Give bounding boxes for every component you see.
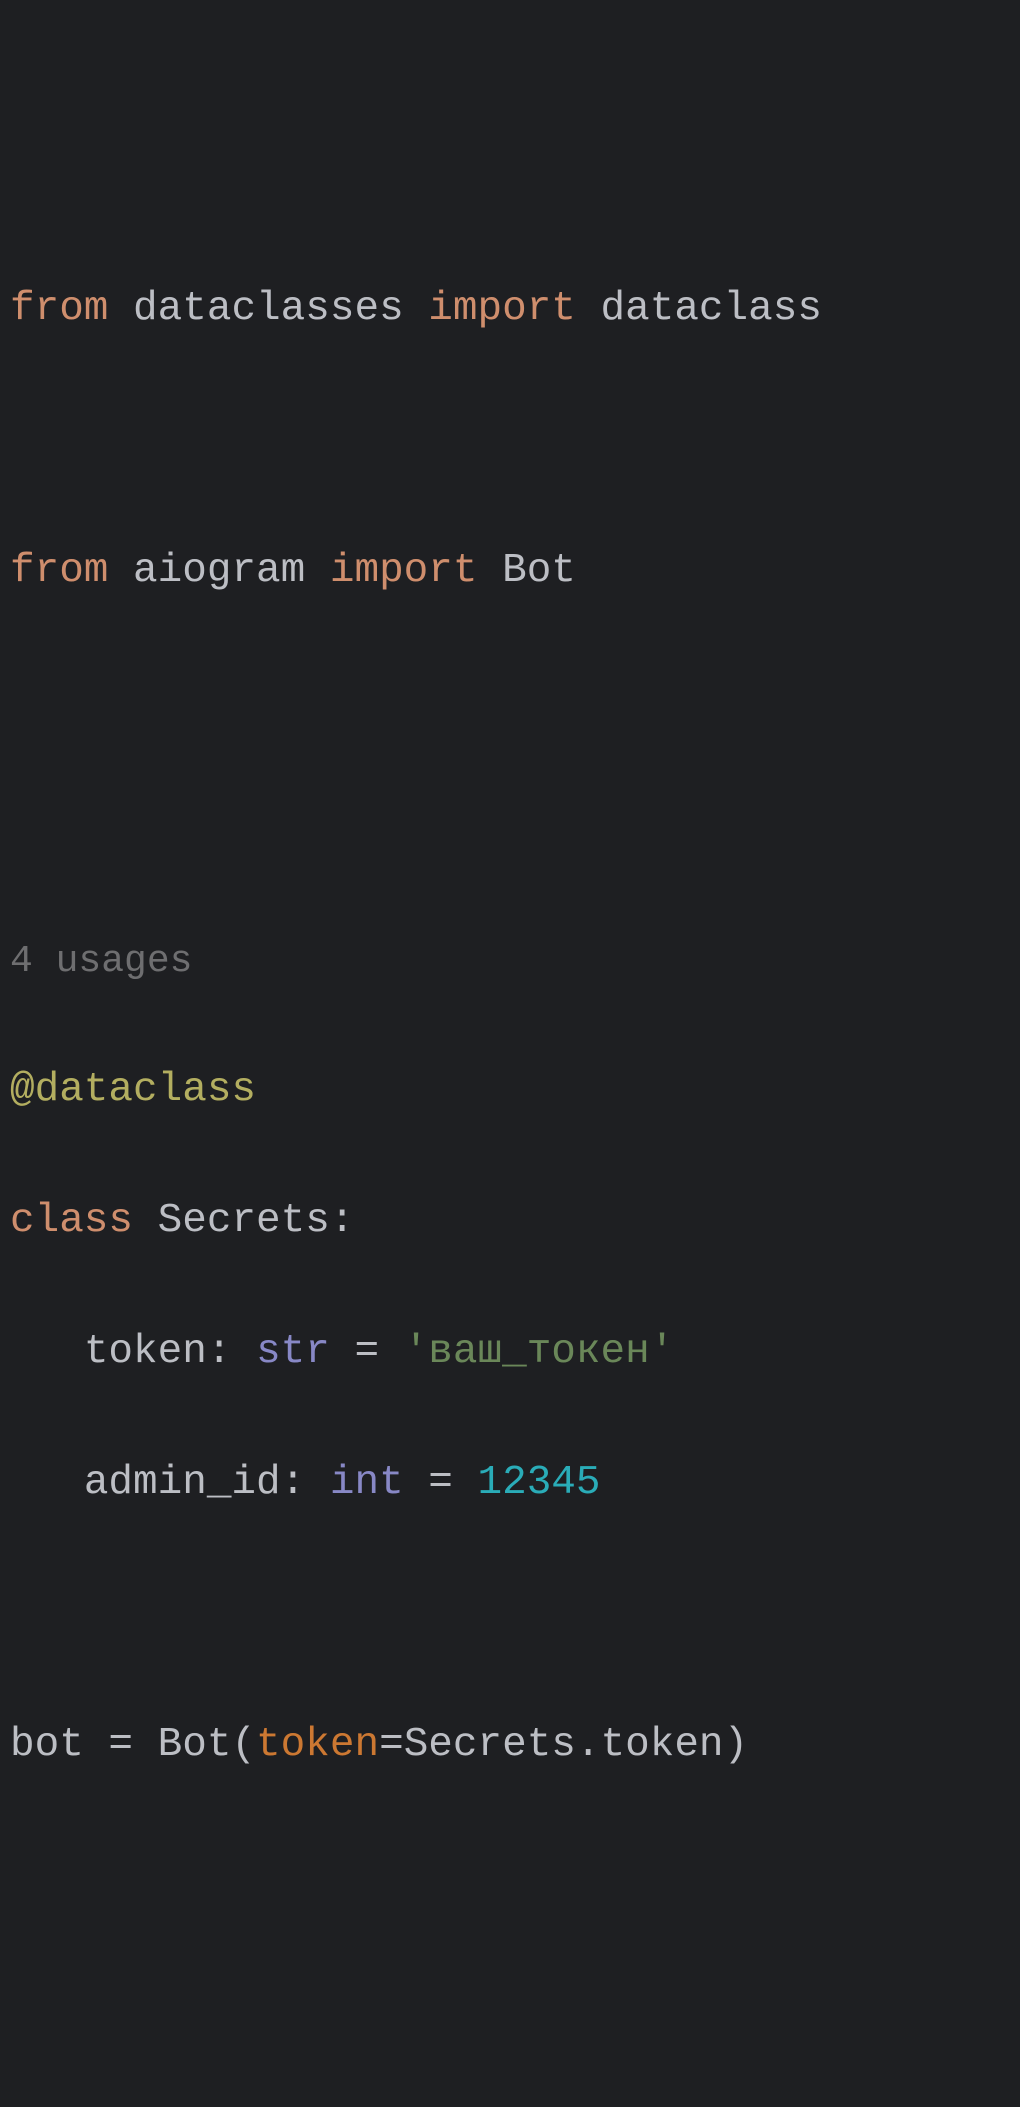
var-bot: bot [10, 1722, 84, 1768]
field-admin-id: admin_id [84, 1460, 281, 1506]
string-token-value: 'ваш_токен' [404, 1329, 675, 1375]
keyword-class: class [10, 1198, 133, 1244]
equals: = [330, 1329, 404, 1375]
keyword-from: from [10, 548, 108, 594]
module-aiogram: aiogram [108, 548, 329, 594]
call-bot: Bot( [158, 1722, 256, 1768]
assign: = [379, 1722, 404, 1768]
decorator-dataclass: @dataclass [0, 1058, 1020, 1124]
code-line-import-2: from aiogram import Bot [0, 539, 1020, 605]
empty-line [0, 670, 1020, 735]
name-dataclass: dataclass [576, 286, 822, 332]
field-token: token [84, 1329, 207, 1375]
empty-line [0, 1583, 1020, 1648]
code-line-token: token: str = 'ваш_токен' [0, 1320, 1020, 1386]
name-bot: Bot [477, 548, 575, 594]
type-str: str [256, 1329, 330, 1375]
kwarg-token: token [256, 1722, 379, 1768]
code-editor[interactable]: from dataclasses import dataclass from a… [0, 277, 1020, 1778]
equals: = [404, 1460, 478, 1506]
equals: = [84, 1722, 158, 1768]
empty-line [0, 409, 1020, 474]
keyword-import: import [330, 548, 478, 594]
colon: : [330, 1198, 355, 1244]
code-line-class: class Secrets: [0, 1189, 1020, 1255]
empty-line [0, 801, 1020, 866]
keyword-from: from [10, 286, 108, 332]
colon-space: : [207, 1329, 256, 1375]
colon-space: : [281, 1460, 330, 1506]
type-int: int [330, 1460, 404, 1506]
usage-hint[interactable]: 4 usages [0, 932, 1020, 993]
value-secrets-token: Secrets.token) [404, 1722, 748, 1768]
keyword-import: import [428, 286, 576, 332]
number-admin-id: 12345 [478, 1460, 601, 1506]
module-dataclasses: dataclasses [108, 286, 428, 332]
indent [10, 1329, 84, 1375]
code-line-admin: admin_id: int = 12345 [0, 1451, 1020, 1517]
code-line-import-1: from dataclasses import dataclass [0, 277, 1020, 343]
code-line-bot: bot = Bot(token=Secrets.token) [0, 1713, 1020, 1779]
indent [10, 1460, 84, 1506]
class-name-secrets: Secrets [133, 1198, 330, 1244]
